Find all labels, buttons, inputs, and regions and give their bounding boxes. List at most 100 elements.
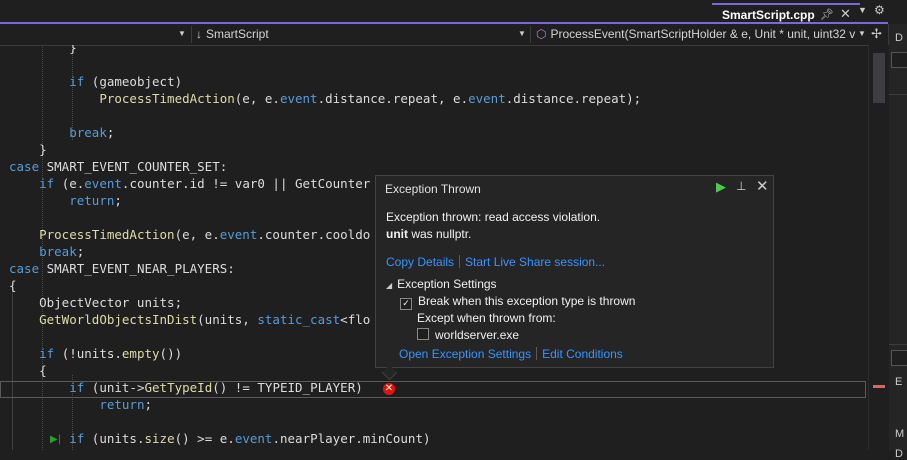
exception-variable: unit [386,227,408,241]
code-token: } [9,45,77,55]
code-line[interactable]: if (unit->GetTypeId() != TYPEID_PLAYER) [9,379,363,396]
exception-detail-text: was nullptr. [408,227,472,241]
error-x-icon[interactable]: ✕ [383,383,395,395]
pin-icon[interactable]: ⊥ [736,179,746,193]
gear-icon[interactable]: ⚙ [874,3,885,17]
code-line[interactable]: { [9,277,17,294]
code-line[interactable]: break; [9,124,114,141]
code-keyword: if [39,346,55,361]
run-to-click-icon[interactable]: ▶| [50,434,61,445]
worldserver-checkbox[interactable] [417,328,429,340]
popup-footer: Open Exception Settings Edit Conditions [399,347,623,361]
code-line[interactable]: if (!units.empty()) [9,345,182,362]
code-line[interactable]: ProcessTimedAction(e, e.event.counter.co… [9,226,370,243]
popup-title: Exception Thrown [385,182,481,196]
panel-field[interactable] [891,52,907,68]
panel-field[interactable] [891,350,907,366]
code-line[interactable]: return; [9,192,122,209]
code-token: .distance.repeat, e. [317,91,469,106]
tab-smartscript-cpp[interactable]: SmartScript.cpp 📌︎ ✕ [712,3,860,23]
code-token: ; [76,244,85,259]
code-line[interactable]: } [9,141,47,158]
code-token: (units, [197,312,258,327]
code-keyword: if [69,74,85,89]
code-keyword: if [39,176,55,191]
code-line[interactable]: GetWorldObjectsInDist(units, static_cast… [9,311,370,328]
code-function: ProcessTimedAction [99,91,235,106]
worldserver-option[interactable]: worldserver.exe [417,328,519,342]
code-keyword: event [84,176,122,191]
code-token: ; [114,193,122,208]
settings-heading: Exception Settings [397,277,497,291]
copy-details-link[interactable]: Copy Details [386,255,454,269]
panel-label-e: E [895,376,903,388]
code-line[interactable]: case SMART_EVENT_COUNTER_SET: [9,158,227,175]
code-line[interactable]: case SMART_EVENT_NEAR_PLAYERS: [9,260,235,277]
split-editor-icon[interactable]: ✢ [871,26,882,42]
code-function: ProcessTimedAction [39,227,175,242]
exception-message: Exception thrown: read access violation. [386,210,601,224]
code-token: .distance.repeat); [505,91,642,106]
collapse-triangle-icon[interactable]: ◢ [386,281,392,290]
code-keyword: event [219,227,258,242]
code-line[interactable]: ProcessTimedAction(e, e.event.distance.r… [9,90,641,107]
code-line[interactable]: ObjectVector units; [9,294,182,311]
edit-conditions-link[interactable]: Edit Conditions [542,347,623,361]
code-keyword: return [69,193,115,208]
vertical-scrollbar[interactable] [868,45,889,450]
close-icon[interactable]: ✕ [840,6,851,22]
code-keyword: return [99,397,145,412]
worldserver-label: worldserver.exe [435,328,520,342]
code-keyword: if [69,431,85,446]
code-token: .nearPlayer.minCount) [272,431,431,446]
member-dropdown-chevron-icon[interactable]: ▼ [858,29,866,38]
code-keyword: event [234,431,273,446]
member-dropdown[interactable]: ⬡ ProcessEvent(SmartScriptHolder & e, Uni… [536,27,855,41]
method-cube-icon: ⬡ [536,27,547,41]
code-token: ()) [159,346,183,361]
code-line[interactable]: return; [9,396,152,413]
code-line[interactable]: { [9,362,47,379]
break-when-thrown-option[interactable]: ✓ Break when this exception type is throw… [400,294,635,310]
code-token: ; [144,397,152,412]
break-checkbox[interactable]: ✓ [400,298,412,310]
code-token: (units. [84,431,145,446]
code-line[interactable]: if (gameobject) [9,73,182,90]
code-line[interactable]: if (units.size() >= e.event.nearPlayer.m… [9,430,431,447]
exception-popup: Exception Thrown ▶ ⊥ ✕ Exception thrown:… [375,175,774,381]
live-share-link[interactable]: Start Live Share session... [465,255,605,269]
member-label: ProcessEvent(SmartScriptHolder & e, Unit… [550,27,856,41]
code-token: .counter.id != var0 || GetCounter [121,176,371,191]
code-function: size [144,431,175,446]
pin-icon[interactable]: 📌︎ [820,8,834,21]
code-line[interactable]: } [9,45,77,56]
code-token: (gameobject) [84,74,183,89]
break-label: Break when this exception type is thrown [418,294,636,308]
code-token: <flo [340,312,371,327]
panel-tab-d[interactable]: D [895,32,903,44]
code-line[interactable]: if (e.event.counter.id != var0 || GetCou… [9,175,370,192]
right-side-panel: D E M D [888,24,907,460]
code-function: GetWorldObjectsInDist [39,312,198,327]
scope-dropdown[interactable]: ↓ SmartScript [196,27,269,41]
chevron-down-icon[interactable]: ▼ [858,5,867,15]
divider [191,26,192,43]
scrollbar-thumb[interactable] [873,53,885,103]
divider [889,344,907,345]
close-icon[interactable]: ✕ [756,177,769,195]
scope-dropdown-chevron-icon[interactable]: ▼ [518,29,526,38]
open-exception-settings-link[interactable]: Open Exception Settings [399,347,531,361]
divider [536,347,538,360]
divider [889,94,907,95]
continue-play-icon[interactable]: ▶ [716,179,726,195]
project-dropdown-chevron-icon[interactable]: ▼ [178,29,186,38]
code-token: (e, e. [174,227,220,242]
code-line[interactable]: break; [9,243,84,260]
code-token: (unit-> [84,380,145,395]
exception-settings-header[interactable]: ◢ Exception Settings [386,277,497,291]
code-keyword: if [69,380,85,395]
